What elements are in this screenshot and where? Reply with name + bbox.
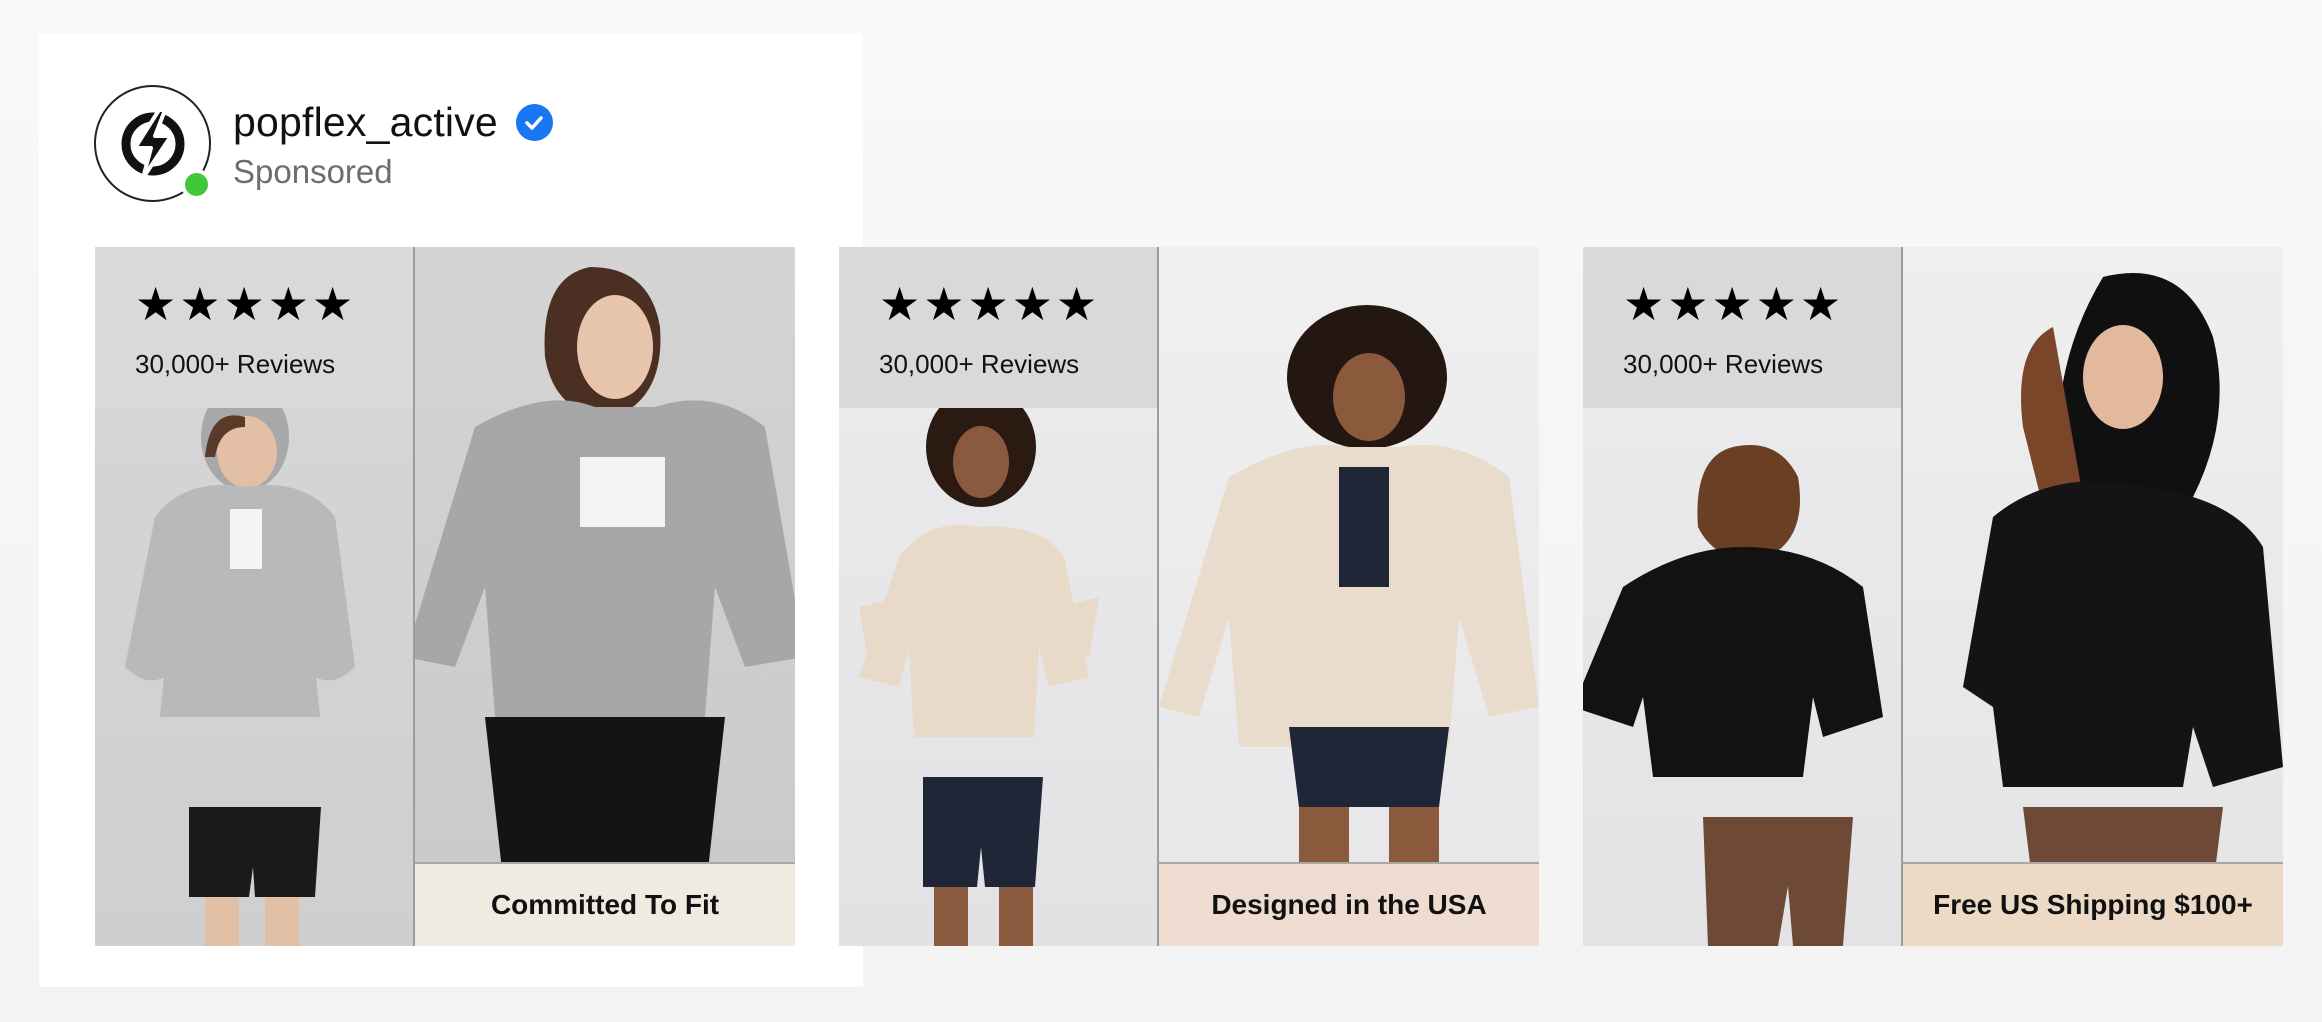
rating-box: ★★★★★ 30,000+ Reviews [1583, 247, 1901, 408]
product-photo-left: ★★★★★ 30,000+ Reviews [839, 247, 1157, 946]
review-count: 30,000+ Reviews [1623, 349, 1824, 379]
sponsored-label: Sponsored [233, 153, 393, 190]
carousel-card-1[interactable]: ★★★★★ 30,000+ Reviews Committed To Fit [95, 247, 795, 946]
star-rating: ★★★★★ [135, 277, 357, 331]
review-count: 30,000+ Reviews [879, 349, 1080, 379]
product-photo-left: ★★★★★ 30,000+ Reviews [1583, 247, 1901, 946]
review-count: 30,000+ Reviews [135, 349, 336, 379]
product-photo-left: ★★★★★ 30,000+ Reviews [95, 247, 413, 946]
username[interactable]: popflex_active [233, 99, 498, 146]
online-status-indicator [181, 169, 212, 200]
model-photo [1159, 305, 1539, 867]
product-photo-right: Designed in the USA [1157, 247, 1539, 946]
product-photo-right: Free US Shipping $100+ [1901, 247, 2283, 946]
caption-text: Free US Shipping $100+ [1933, 889, 2253, 920]
star-rating: ★★★★★ [1623, 277, 1845, 331]
product-photo-right: Committed To Fit [413, 247, 795, 946]
avatar[interactable] [94, 85, 212, 202]
verified-check-icon [515, 104, 553, 141]
caption-banner: Designed in the USA [1159, 862, 1539, 946]
star-rating: ★★★★★ [879, 277, 1101, 331]
carousel-card-3[interactable]: ★★★★★ 30,000+ Reviews Free US Shipping $… [1583, 247, 2283, 946]
lightning-bolt-icon [121, 107, 184, 180]
caption-text: Designed in the USA [1211, 889, 1487, 920]
caption-banner: Free US Shipping $100+ [1903, 862, 2283, 946]
caption-banner: Committed To Fit [415, 862, 795, 946]
caption-text: Committed To Fit [490, 889, 720, 920]
post-header: popflex_active Sponsored [94, 85, 794, 203]
rating-box: ★★★★★ 30,000+ Reviews [839, 247, 1157, 408]
model-photo [1963, 273, 2283, 887]
carousel-card-2[interactable]: ★★★★★ 30,000+ Reviews Designed in the US… [839, 247, 1539, 946]
model-photo [415, 267, 795, 897]
rating-box: ★★★★★ 30,000+ Reviews [95, 247, 413, 408]
